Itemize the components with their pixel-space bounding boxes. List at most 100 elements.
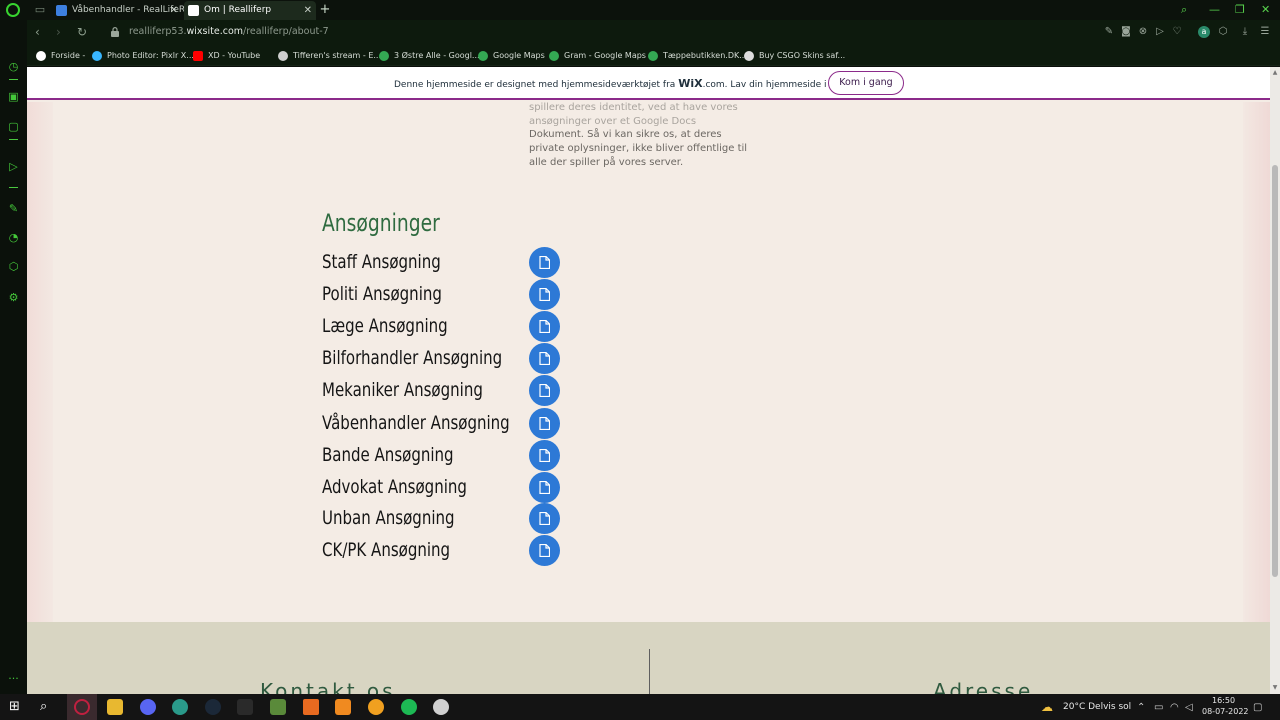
bookmark-taeppebutikken[interactable]: Tæppebutikken.DK... bbox=[648, 49, 747, 63]
notifications-icon[interactable]: ▢ bbox=[1253, 702, 1262, 713]
lock-icon[interactable] bbox=[111, 27, 119, 37]
opera-logo-icon[interactable] bbox=[6, 3, 20, 17]
clock-date[interactable]: 08-07-2022 bbox=[1202, 707, 1249, 716]
app-icon[interactable] bbox=[335, 699, 351, 715]
scroll-up-icon[interactable]: ▲ bbox=[1271, 69, 1279, 76]
minecraft-icon[interactable] bbox=[270, 699, 286, 715]
open-document-button[interactable] bbox=[529, 279, 560, 310]
bookmark-google-maps[interactable]: Google Maps bbox=[478, 49, 545, 63]
application-row: Mekaniker Ansøgning bbox=[322, 375, 582, 407]
map-pin-icon bbox=[379, 51, 389, 61]
close-tab-icon[interactable]: ✕ bbox=[304, 1, 312, 20]
open-document-button[interactable] bbox=[529, 535, 560, 566]
opera-gx-icon[interactable] bbox=[74, 699, 90, 715]
bookmark-label: Buy CSGO Skins saf... bbox=[759, 51, 846, 60]
close-window-icon[interactable]: ✕ bbox=[1261, 3, 1270, 16]
twitch-icon[interactable]: ▢ bbox=[7, 120, 20, 133]
edge-icon[interactable] bbox=[172, 699, 188, 715]
edit-icon[interactable]: ✎ bbox=[7, 202, 20, 215]
minimize-window-icon[interactable]: — bbox=[1209, 3, 1220, 16]
spotify-icon[interactable] bbox=[401, 699, 417, 715]
forward-button[interactable]: › bbox=[56, 25, 61, 39]
chrome-icon[interactable] bbox=[368, 699, 384, 715]
more-options-icon[interactable]: ··· bbox=[7, 672, 20, 685]
bookmark-label: Gram - Google Maps bbox=[564, 51, 646, 60]
decorative-edge bbox=[1243, 102, 1270, 622]
epic-games-icon[interactable] bbox=[237, 699, 253, 715]
tab-om-realliferp[interactable]: Om | Realliferp ✕ bbox=[184, 1, 316, 20]
scroll-thumb[interactable] bbox=[1272, 165, 1278, 577]
bookmark-youtube[interactable]: XD - YouTube bbox=[193, 49, 260, 63]
application-label: Politi Ansøgning bbox=[322, 283, 442, 305]
download-icon[interactable]: ⤓ bbox=[1239, 26, 1251, 38]
open-document-button[interactable] bbox=[529, 343, 560, 374]
document-icon bbox=[539, 352, 550, 365]
bookmark-forside[interactable]: Forside - bbox=[36, 49, 85, 63]
new-tab-button[interactable]: + bbox=[318, 3, 332, 17]
extensions-icon[interactable]: ⬡ bbox=[7, 260, 20, 273]
file-explorer-icon[interactable] bbox=[107, 699, 123, 715]
player-icon[interactable]: ▷ bbox=[7, 160, 20, 173]
bag-icon[interactable]: ▣ bbox=[7, 90, 20, 103]
tab-title: Om | Realliferp bbox=[204, 5, 272, 15]
wix-favicon-icon bbox=[188, 5, 199, 16]
adblock-icon[interactable]: ⊗ bbox=[1137, 26, 1149, 38]
history-icon[interactable]: ◔ bbox=[7, 231, 20, 244]
camera-icon[interactable]: ◙ bbox=[1120, 26, 1132, 38]
open-document-button[interactable] bbox=[529, 503, 560, 534]
page-scrollbar[interactable]: ▲ ▼ bbox=[1270, 67, 1280, 694]
steam-icon[interactable] bbox=[205, 699, 221, 715]
weather-text[interactable]: 20°C Delvis sol bbox=[1063, 702, 1131, 712]
open-document-button[interactable] bbox=[529, 408, 560, 439]
docs-favicon-icon bbox=[56, 5, 67, 16]
open-document-button[interactable] bbox=[529, 247, 560, 278]
restore-window-icon[interactable]: ❐ bbox=[1235, 3, 1245, 16]
url-field[interactable]: realliferp53.wixsite.com/realliferp/abou… bbox=[129, 26, 329, 37]
bookmark-ostre-alle[interactable]: 3 Østre Alle - Googl... bbox=[379, 49, 480, 63]
clock-time[interactable]: 16:50 bbox=[1212, 696, 1235, 705]
get-started-button[interactable]: Kom i gang bbox=[828, 71, 904, 95]
open-document-button[interactable] bbox=[529, 311, 560, 342]
account-avatar-icon[interactable]: a bbox=[1198, 26, 1210, 38]
open-document-button[interactable] bbox=[529, 375, 560, 406]
bookmark-tifferen[interactable]: Tifferen's stream - E... bbox=[278, 49, 381, 63]
favorite-heart-icon[interactable]: ♡ bbox=[1171, 26, 1183, 38]
search-icon[interactable]: ⌕ bbox=[40, 699, 56, 715]
bookmark-label: Google Maps bbox=[493, 51, 545, 60]
show-hidden-icons-icon[interactable]: ⌃ bbox=[1137, 702, 1145, 713]
scroll-down-icon[interactable]: ▼ bbox=[1271, 684, 1279, 691]
bookmark-label: Tifferen's stream - E... bbox=[293, 51, 382, 60]
url-domain: wixsite.com bbox=[186, 26, 244, 37]
document-icon bbox=[539, 481, 550, 494]
bookmark-pixlr[interactable]: Photo Editor: Pixlr X... bbox=[92, 49, 194, 63]
volume-icon[interactable]: ◁ bbox=[1185, 702, 1193, 713]
back-button[interactable]: ‹ bbox=[35, 25, 40, 39]
tab-vabenhandler[interactable]: Våbenhandler - RealLifeRP ✕ bbox=[52, 1, 191, 20]
intro-paragraph: spillere deres identitet, ved at have vo… bbox=[529, 101, 759, 170]
search-tabs-icon[interactable]: ⌕ bbox=[1181, 3, 1187, 17]
bookmark-gram[interactable]: Gram - Google Maps bbox=[549, 49, 646, 63]
send-icon[interactable]: ▷ bbox=[1154, 26, 1166, 38]
reload-button[interactable]: ↻ bbox=[77, 25, 87, 39]
weather-icon[interactable]: ☁ bbox=[1041, 700, 1053, 714]
speed-dial-icon[interactable]: ◷ bbox=[7, 60, 20, 73]
steam-client-icon[interactable] bbox=[433, 699, 449, 715]
wifi-icon[interactable]: ◠ bbox=[1170, 702, 1179, 713]
extensions-cube-icon[interactable]: ⬡ bbox=[1217, 26, 1229, 38]
close-tab-icon[interactable]: ✕ bbox=[170, 1, 178, 20]
snapshot-edit-icon[interactable]: ✎ bbox=[1103, 26, 1115, 38]
easy-setup-menu-icon[interactable]: ☰ bbox=[1259, 26, 1271, 38]
open-document-button[interactable] bbox=[529, 472, 560, 503]
intro-line: private oplysninger, ikke bliver offentl… bbox=[529, 143, 748, 155]
workspaces-icon[interactable]: ▭ bbox=[33, 3, 47, 17]
application-row: Unban Ansøgning bbox=[322, 503, 582, 535]
discord-icon[interactable] bbox=[140, 699, 156, 715]
windows-start-icon[interactable]: ⊞ bbox=[9, 699, 25, 715]
network-drive-icon[interactable]: ▭ bbox=[1154, 702, 1163, 713]
application-label: Staff Ansøgning bbox=[322, 251, 441, 273]
settings-gear-icon[interactable]: ⚙ bbox=[7, 291, 20, 304]
open-document-button[interactable] bbox=[529, 440, 560, 471]
stream-icon bbox=[278, 51, 288, 61]
app-icon[interactable] bbox=[303, 699, 319, 715]
bookmark-csgo[interactable]: Buy CSGO Skins saf... bbox=[744, 49, 845, 63]
